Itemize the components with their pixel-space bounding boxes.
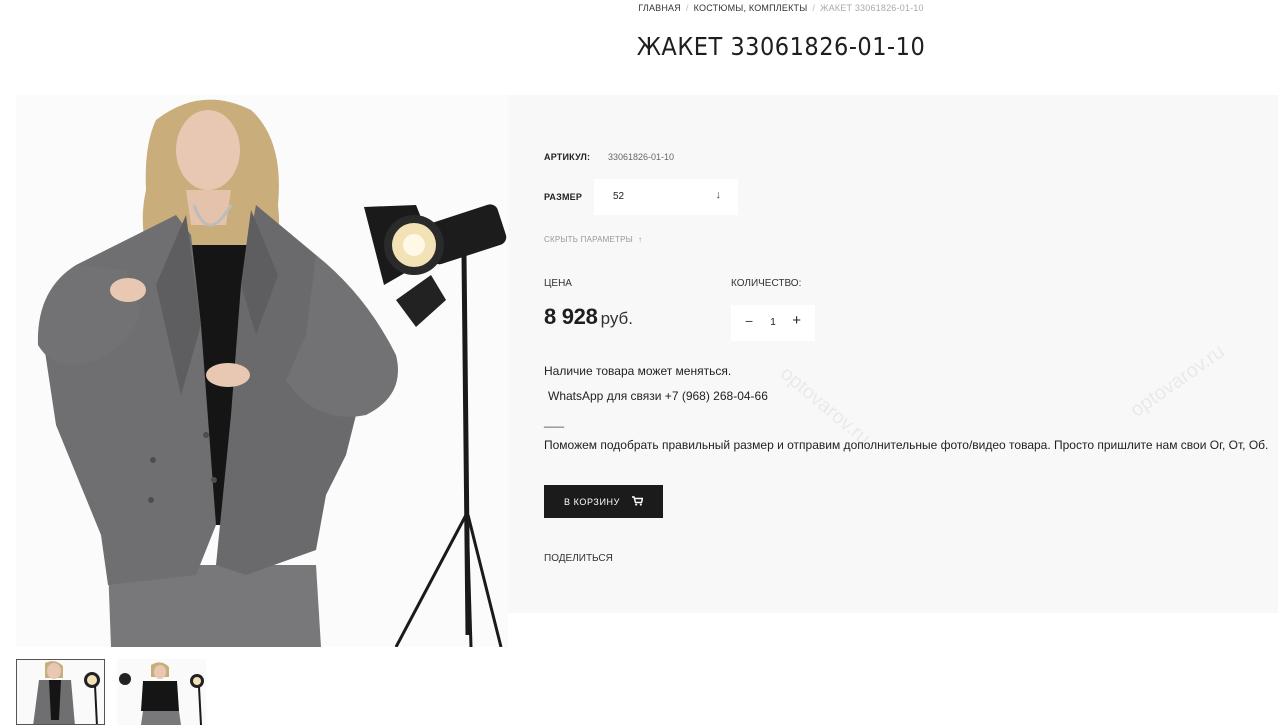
cart-icon [632,495,644,508]
sku-value: 33061826-01-10 [608,152,675,162]
breadcrumb-separator: / [685,3,689,13]
hide-params-toggle[interactable]: СКРЫТЬ ПАРАМЕТРЫ ↑ [544,235,642,244]
hide-params-label: СКРЫТЬ ПАРАМЕТРЫ [544,235,633,244]
product-photo-illustration [16,95,508,647]
breadcrumb-category-link[interactable]: КОСТЮМЫ, КОМПЛЕКТЫ [694,3,808,13]
add-to-cart-label: В КОРЗИНУ [563,496,620,507]
quantity-stepper: − 1 + [731,305,815,341]
breadcrumb: ГЛАВНАЯ / КОСТЮМЫ, КОМПЛЕКТЫ / ЖАКЕТ 3306182… [0,3,1278,13]
breadcrumb-separator: / [812,3,816,13]
description-whatsapp: WhatsApp для связи +7 (968) 268-04-66 [548,389,768,403]
quantity-label: КОЛИЧЕСТВО: [731,278,802,289]
thumbnail-image [17,660,104,724]
add-to-cart-button[interactable]: В КОРЗИНУ [544,485,663,518]
share-link[interactable]: ПОДЕЛИТЬСЯ [544,553,613,564]
plus-icon[interactable]: + [792,312,801,329]
price-currency: руб. [600,309,633,328]
description-availability: Наличие товара может меняться. [544,364,732,378]
size-select[interactable]: 52 ↓ [594,179,738,215]
product-thumbnail-2[interactable] [117,659,206,725]
watermark: optovarov.ru [1126,340,1229,422]
arrow-down-icon: ↓ [715,189,722,201]
arrow-up-icon: ↑ [637,235,643,244]
breadcrumb-home-link[interactable]: ГЛАВНАЯ [638,3,681,13]
size-select-value: 52 [613,191,625,202]
product-info-panel: АРТИКУЛ: 33061826-01-10 РАЗМЕР 52 ↓ СКРЫ… [508,95,1278,613]
price-value: 8 928 [544,304,598,329]
price-label: ЦЕНА [544,278,572,289]
sku-label: АРТИКУЛ: [544,152,591,162]
description-divider: ___ [544,414,565,428]
thumbnail-image [117,659,206,725]
price: 8 928 руб. [544,304,633,330]
breadcrumb-current: ЖАКЕТ 33061826-01-10 [820,3,924,13]
size-label: РАЗМЕР [544,192,583,202]
description-sizing-help: Поможем подобрать правильный размер и от… [544,438,1269,452]
product-main-photo[interactable] [16,95,508,647]
page-title: ЖАКЕТ 33061826-01-10 [636,32,926,61]
quantity-value[interactable]: 1 [731,317,815,328]
product-thumbnail-1[interactable] [16,659,105,725]
